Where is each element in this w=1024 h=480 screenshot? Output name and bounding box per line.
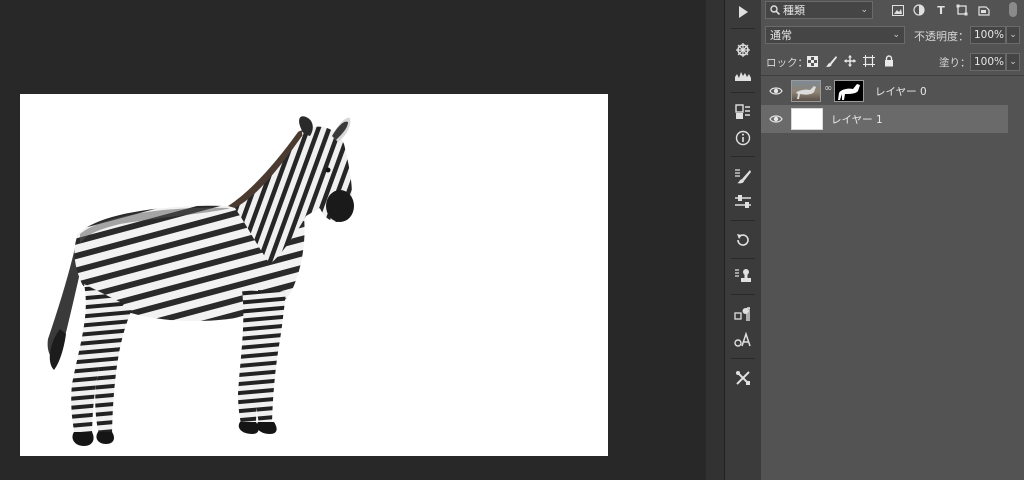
brush-presets-icon[interactable] [728,164,758,188]
paragraph-icon[interactable] [728,302,758,326]
eye-icon[interactable] [769,113,783,125]
lock-paint-icon[interactable] [824,54,838,68]
divider [731,294,755,295]
smart-object-filter-icon[interactable] [977,3,991,17]
layer-filter-value: 種類 [783,4,805,17]
properties-icon[interactable] [728,100,758,124]
zebra-thumbnail-icon [796,86,816,99]
image-filter-icon[interactable] [891,3,905,17]
panel-icon-column [724,0,761,480]
opacity-dropdown-arrow[interactable]: ⌄ [1006,26,1020,44]
tools-icon[interactable] [728,366,758,390]
history-icon[interactable] [728,228,758,252]
divider [731,358,755,359]
play-icon[interactable] [728,0,758,24]
divider [731,92,755,93]
search-icon [770,5,780,15]
lock-all-icon[interactable] [882,54,896,68]
layer-thumbnail [791,80,821,102]
opacity-label: 不透明度： [914,30,969,43]
link-chain-icon[interactable]: ∞ [824,83,832,99]
divider [731,28,755,29]
lock-transparent-icon[interactable] [805,54,819,68]
layer-row-1[interactable]: レイヤー 1 [761,105,1008,133]
lock-artboard-icon[interactable] [862,54,876,68]
layers-scroll-area[interactable] [1008,77,1024,480]
divider [731,220,755,221]
layer-name[interactable]: レイヤー 0 [875,84,927,99]
divider [731,258,755,259]
chevron-down-icon: ⌄ [860,5,868,15]
histogram-icon[interactable] [728,64,758,88]
layer-name[interactable]: レイヤー 1 [831,112,883,127]
opacity-input[interactable]: 100% [970,26,1006,44]
layers-panel: 種類 ⌄ T 通常 ⌄ 不透明度： 100% ⌄ ロック： 塗り： 100% ⌄ [761,0,1024,480]
navigator-icon[interactable] [728,38,758,62]
character-icon[interactable] [728,328,758,352]
shape-filter-icon[interactable] [955,3,969,17]
layer-thumbnail [791,108,823,130]
fill-input[interactable]: 100% [970,53,1006,71]
clone-source-icon[interactable] [728,264,758,288]
chevron-down-icon: ⌄ [892,30,900,40]
blend-mode-dropdown[interactable]: 通常 ⌄ [765,26,905,44]
lock-label: ロック： [766,57,808,69]
document-canvas[interactable] [20,94,608,456]
eye-icon[interactable] [769,85,783,97]
type-filter-icon[interactable]: T [934,3,948,17]
fill-label: 塗り： [939,57,971,69]
panel-divider [706,0,724,480]
lock-position-icon[interactable] [843,54,857,68]
mask-silhouette-icon [838,84,860,100]
info-icon[interactable] [728,126,758,150]
divider [761,75,1024,76]
layer-mask-thumbnail[interactable] [834,80,864,102]
blend-mode-value: 通常 [770,29,792,42]
filter-toggle-switch[interactable] [1009,2,1017,17]
layer-filter-dropdown[interactable]: 種類 ⌄ [765,1,873,19]
zebra-image [47,116,354,446]
layer-row-0[interactable]: ∞ レイヤー 0 [761,77,1008,105]
canvas-area[interactable] [0,0,706,480]
divider [731,156,755,157]
fill-dropdown-arrow[interactable]: ⌄ [1006,53,1020,71]
adjustments-icon[interactable] [728,190,758,214]
adjustment-filter-icon[interactable] [912,3,926,17]
